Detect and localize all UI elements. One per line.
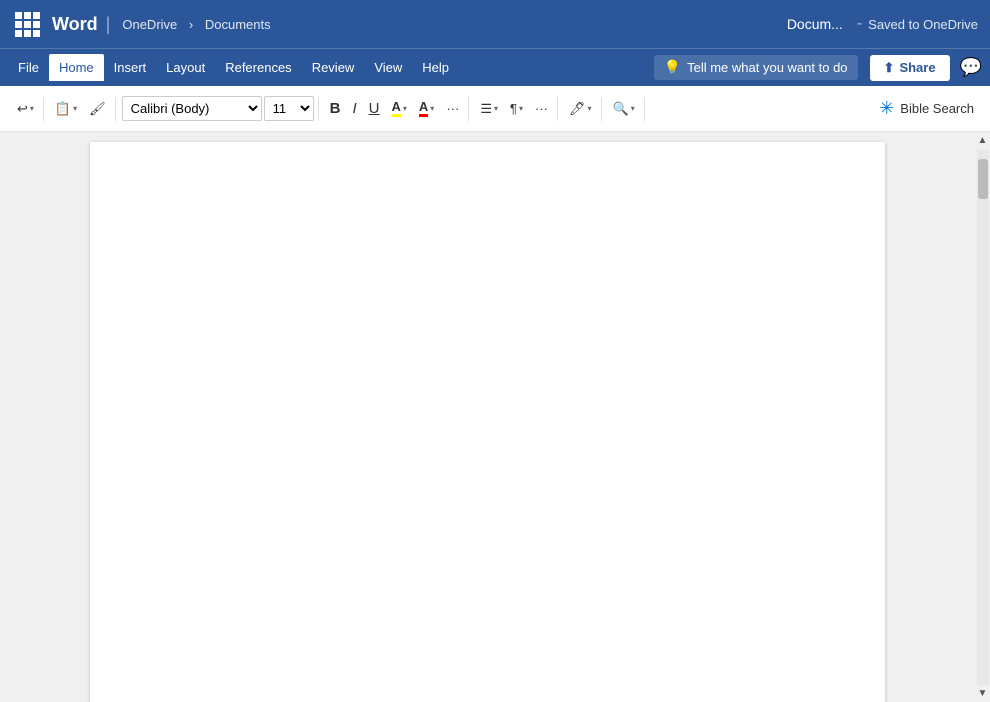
highlight-button[interactable]: A ▾: [387, 96, 412, 121]
grid-icon: [15, 12, 40, 37]
scroll-up-arrow[interactable]: ▲: [975, 132, 990, 149]
scroll-down-arrow[interactable]: ▼: [975, 685, 990, 702]
share-button[interactable]: ⬆ Share: [870, 55, 950, 81]
menu-file[interactable]: File: [8, 54, 49, 81]
toolbar: ↩ ▾ 📋 ▾ 🖌 Calibri (Body) 11 B I U: [0, 86, 990, 132]
document-title: Docum...: [787, 16, 843, 32]
app-name: Word: [52, 14, 98, 35]
format-painter-button[interactable]: 🖌: [84, 97, 111, 121]
menu-layout[interactable]: Layout: [156, 54, 215, 81]
share-icon: ⬆: [884, 60, 895, 76]
breadcrumb-sep: ›: [189, 17, 193, 32]
grid-menu-button[interactable]: [12, 9, 42, 39]
menu-insert[interactable]: Insert: [104, 54, 157, 81]
scroll-track[interactable]: [977, 149, 989, 685]
document-page[interactable]: [90, 142, 885, 702]
undo-button[interactable]: ↩ ▾: [12, 97, 39, 121]
list-caret: ▾: [494, 104, 498, 113]
scroll-thumb[interactable]: [978, 159, 988, 199]
sensitivity-caret: ▾: [588, 104, 592, 113]
highlight-icon: A: [392, 100, 401, 117]
find-button[interactable]: 🔍 ▾: [608, 97, 640, 121]
lightbulb-icon: 💡: [664, 59, 681, 76]
tell-me-label: Tell me what you want to do: [687, 60, 847, 75]
font-family-dropdown[interactable]: Calibri (Body): [122, 96, 262, 121]
menu-home[interactable]: Home: [49, 54, 104, 81]
undo-redo-group: ↩ ▾: [8, 97, 44, 121]
more-para-icon: ···: [535, 101, 548, 116]
document-area: ▲ ▼: [0, 132, 990, 702]
menu-bar: File Home Insert Layout References Revie…: [0, 48, 990, 86]
share-label: Share: [899, 60, 935, 75]
italic-icon: I: [352, 100, 356, 117]
comment-button[interactable]: 💬: [960, 57, 982, 78]
tell-me-input[interactable]: 💡 Tell me what you want to do: [654, 55, 858, 80]
find-icon: 🔍: [613, 101, 629, 117]
page-container: [90, 132, 975, 702]
underline-icon: U: [369, 100, 380, 117]
font-color-caret: ▾: [430, 104, 434, 113]
bible-search-icon: ✳: [879, 98, 894, 119]
sensitivity-group: 🖊 ▾: [560, 97, 602, 121]
clipboard-button[interactable]: 📋 ▾: [50, 97, 82, 121]
more-format-button[interactable]: ···: [441, 97, 464, 120]
title-bar: Word | OneDrive › Documents Docum... - S…: [0, 0, 990, 48]
underline-button[interactable]: U: [364, 96, 385, 121]
paragraph-icon: ¶: [510, 101, 517, 116]
list-icon: ☰: [480, 101, 492, 117]
more-format-icon: ···: [446, 101, 459, 116]
highlight-caret: ▾: [403, 104, 407, 113]
format-painter-icon: 🖌: [89, 101, 106, 117]
bold-button[interactable]: B: [325, 96, 346, 121]
menu-review[interactable]: Review: [302, 54, 365, 81]
left-margin: [0, 132, 90, 702]
comment-icon: 💬: [960, 57, 982, 78]
font-color-icon: A: [419, 100, 428, 117]
font-color-button[interactable]: A ▾: [414, 96, 439, 121]
sensitivity-icon: 🖊: [569, 101, 586, 117]
breadcrumb[interactable]: OneDrive › Documents: [118, 17, 274, 32]
menu-help[interactable]: Help: [412, 54, 459, 81]
sensitivity-button[interactable]: 🖊 ▾: [564, 97, 597, 121]
bible-search-button[interactable]: ✳ Bible Search: [871, 94, 982, 123]
bible-search-label: Bible Search: [900, 101, 974, 116]
vertical-scrollbar[interactable]: ▲ ▼: [975, 132, 990, 702]
paragraph-caret: ▾: [519, 104, 523, 113]
clipboard-group: 📋 ▾ 🖌: [46, 97, 116, 121]
save-status: Saved to OneDrive: [868, 17, 978, 32]
font-size-dropdown[interactable]: 11: [264, 96, 314, 121]
bold-icon: B: [330, 100, 341, 117]
text-format-group: B I U A ▾ A ▾ ···: [321, 96, 470, 121]
breadcrumb-part2[interactable]: Documents: [205, 17, 271, 32]
find-group: 🔍 ▾: [604, 97, 645, 121]
font-group: Calibri (Body) 11: [118, 96, 319, 121]
menu-references[interactable]: References: [215, 54, 301, 81]
undo-icon: ↩: [17, 101, 28, 117]
more-para-button[interactable]: ···: [530, 97, 553, 120]
find-caret: ▾: [631, 104, 635, 113]
title-dash: -: [857, 15, 862, 33]
list-button[interactable]: ☰ ▾: [475, 97, 503, 121]
undo-caret: ▾: [30, 104, 34, 113]
paragraph-button[interactable]: ¶ ▾: [505, 97, 528, 120]
title-separator: |: [106, 14, 111, 35]
italic-button[interactable]: I: [347, 96, 361, 121]
menu-view[interactable]: View: [364, 54, 412, 81]
breadcrumb-part1[interactable]: OneDrive: [122, 17, 177, 32]
clipboard-caret: ▾: [73, 104, 77, 113]
clipboard-icon: 📋: [55, 101, 71, 117]
paragraph-group: ☰ ▾ ¶ ▾ ···: [471, 97, 558, 121]
